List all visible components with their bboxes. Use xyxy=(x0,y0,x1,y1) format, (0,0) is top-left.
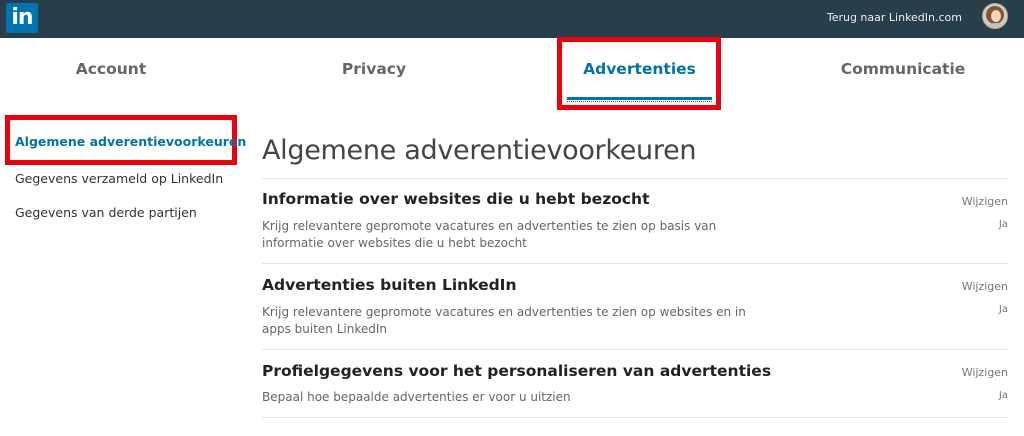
linkedin-logo-icon[interactable]: in xyxy=(6,3,38,33)
sidebar-item-gegevens-linkedin[interactable]: Gegevens verzameld op LinkedIn xyxy=(15,170,223,188)
edit-button-websites[interactable]: Wijzigen xyxy=(962,195,1008,209)
section-description-profielgegevens: Bepaal hoe bepaalde advertenties er voor… xyxy=(262,390,571,404)
section-title-websites[interactable]: Informatie over websites die u hebt bezo… xyxy=(262,189,650,209)
setting-value-websites: Ja xyxy=(998,219,1008,230)
section-description-buiten-linkedin: Krijg relevantere gepromote vacatures en… xyxy=(262,305,746,336)
divider xyxy=(262,349,1008,350)
section-title-profielgegevens[interactable]: Profielgegevens voor het personaliseren … xyxy=(262,361,771,381)
tab-account[interactable]: Account xyxy=(20,38,202,102)
avatar-shoulders-shape xyxy=(985,23,1007,28)
sidebar-item-gegevens-derden[interactable]: Gegevens van derde partijen xyxy=(15,204,197,222)
back-to-linkedin-link[interactable]: Terug naar LinkedIn.com xyxy=(827,8,962,28)
tab-communicatie[interactable]: Communicatie xyxy=(812,38,994,102)
divider xyxy=(262,417,1008,418)
settings-tabs: Account Privacy Advertenties Communicati… xyxy=(0,38,1024,102)
highlight-box-tab xyxy=(557,37,721,110)
setting-value-buiten-linkedin: Ja xyxy=(998,304,1008,315)
page-title: Algemene adverentievoorkeuren xyxy=(262,135,697,166)
top-navigation-bar: in Terug naar LinkedIn.com xyxy=(0,0,1024,38)
divider xyxy=(262,263,1008,264)
edit-button-profielgegevens[interactable]: Wijzigen xyxy=(962,366,1008,380)
sidebar-item-algemene-voorkeuren[interactable]: Algemene adverentievoorkeuren xyxy=(15,133,246,151)
avatar[interactable] xyxy=(982,3,1008,29)
edit-button-buiten-linkedin[interactable]: Wijzigen xyxy=(962,280,1008,294)
setting-value-profielgegevens: Ja xyxy=(998,390,1008,401)
section-title-buiten-linkedin[interactable]: Advertenties buiten LinkedIn xyxy=(262,275,517,295)
section-description-websites: Krijg relevantere gepromote vacatures en… xyxy=(262,219,717,250)
divider xyxy=(262,178,1008,179)
tab-privacy[interactable]: Privacy xyxy=(283,38,465,102)
avatar-face-shape xyxy=(991,10,1001,22)
